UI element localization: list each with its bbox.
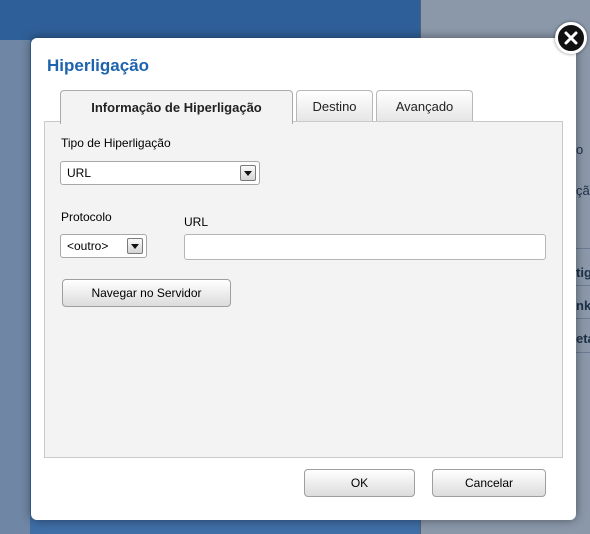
dropdown-arrow-icon[interactable] (240, 165, 256, 181)
background-text: çã (576, 183, 590, 198)
background-text: tig (576, 265, 590, 280)
protocol-label: Protocolo (61, 210, 112, 224)
tab-panel-link-info: Tipo de Hiperligação URL Protocolo <outr… (44, 121, 563, 458)
hyperlink-dialog: Hiperligação Informação de Hiperligação … (31, 38, 576, 520)
dropdown-arrow-icon[interactable] (127, 238, 143, 254)
tab-link-info[interactable]: Informação de Hiperligação (60, 90, 293, 124)
background-text: nk (576, 298, 590, 313)
link-type-label: Tipo de Hiperligação (61, 136, 171, 150)
background-text: eta (576, 331, 590, 346)
url-label: URL (184, 215, 209, 229)
dialog-title: Hiperligação (47, 56, 150, 75)
browse-server-button[interactable]: Navegar no Servidor (62, 279, 231, 307)
tab-advanced[interactable]: Avançado (376, 90, 473, 121)
link-type-value: URL (67, 166, 92, 180)
ok-button[interactable]: OK (304, 469, 415, 497)
background-text: o (576, 142, 584, 157)
link-type-select[interactable]: URL (60, 161, 260, 185)
cancel-button[interactable]: Cancelar (432, 469, 546, 497)
close-icon[interactable] (555, 22, 587, 54)
protocol-value: <outro> (67, 239, 109, 253)
background-left-panel (0, 0, 30, 534)
protocol-select[interactable]: <outro> (60, 234, 147, 258)
tab-target[interactable]: Destino (296, 90, 373, 121)
url-input[interactable] (184, 234, 546, 260)
